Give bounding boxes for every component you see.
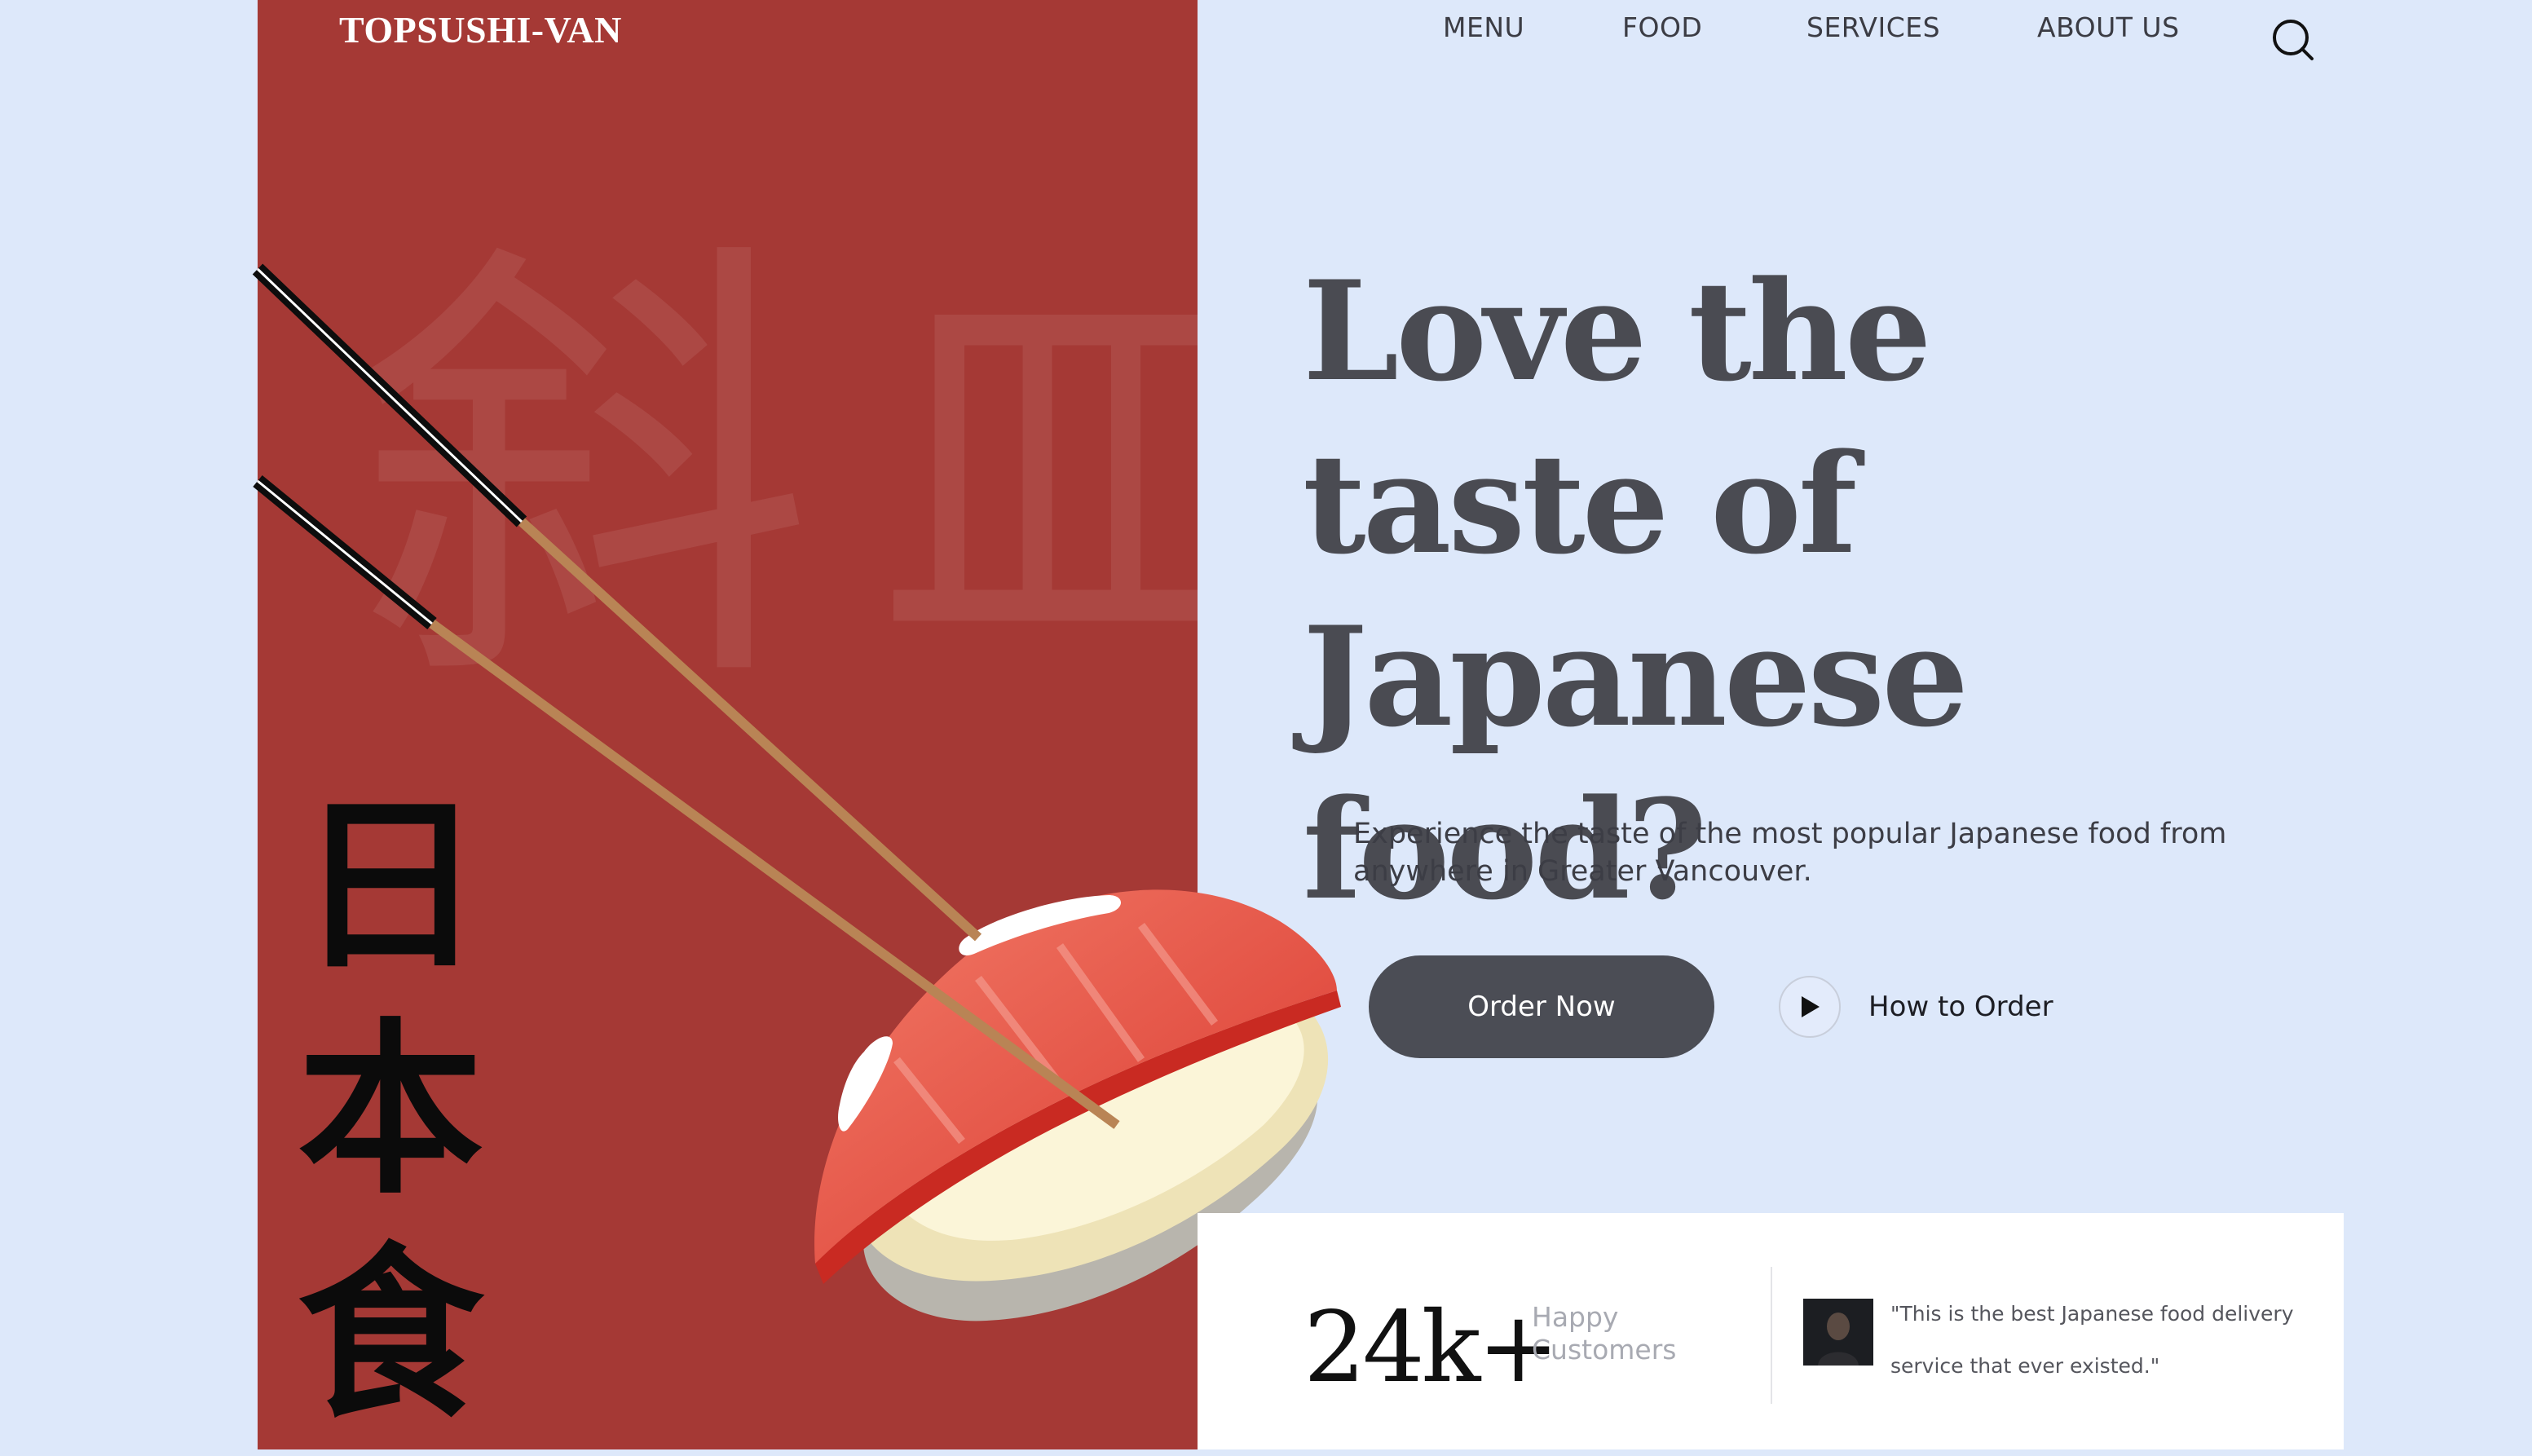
nav-item-about-us[interactable]: ABOUT US xyxy=(2037,11,2180,43)
order-now-button[interactable]: Order Now xyxy=(1369,955,1714,1058)
avatar xyxy=(1803,1299,1873,1366)
kanji-char: 食 xyxy=(298,1226,483,1443)
stats-card: 24k+ Happy Customers "This is the best J… xyxy=(1198,1213,2344,1449)
how-to-order-label[interactable]: How to Order xyxy=(1868,991,2053,1023)
background-kanji: 斜 xyxy=(355,207,812,739)
kanji-char: 日 xyxy=(298,778,483,995)
background-kanji: 皿 xyxy=(877,236,1198,710)
nav-item-menu[interactable]: MENU xyxy=(1443,11,1524,43)
nav-item-food[interactable]: FOOD xyxy=(1622,11,1702,43)
customer-count-label: Happy Customers xyxy=(1532,1301,1677,1366)
customer-count: 24k+ xyxy=(1303,1291,1559,1405)
play-icon[interactable] xyxy=(1779,976,1841,1038)
vertical-japanese-text: 日 本 食 xyxy=(289,774,492,1447)
testimonial-quote: "This is the best Japanese food delivery… xyxy=(1890,1302,2294,1378)
nav-item-services[interactable]: SERVICES xyxy=(1806,11,1940,43)
search-icon[interactable] xyxy=(2271,18,2315,62)
divider xyxy=(1771,1267,1772,1404)
how-to-order-link[interactable]: How to Order xyxy=(1779,974,2053,1039)
top-navigation: MENU FOOD SERVICES ABOUT US xyxy=(0,11,2532,60)
kanji-char: 本 xyxy=(298,1002,483,1219)
hero-subtitle: Experience the taste of the most popular… xyxy=(1353,818,2227,888)
